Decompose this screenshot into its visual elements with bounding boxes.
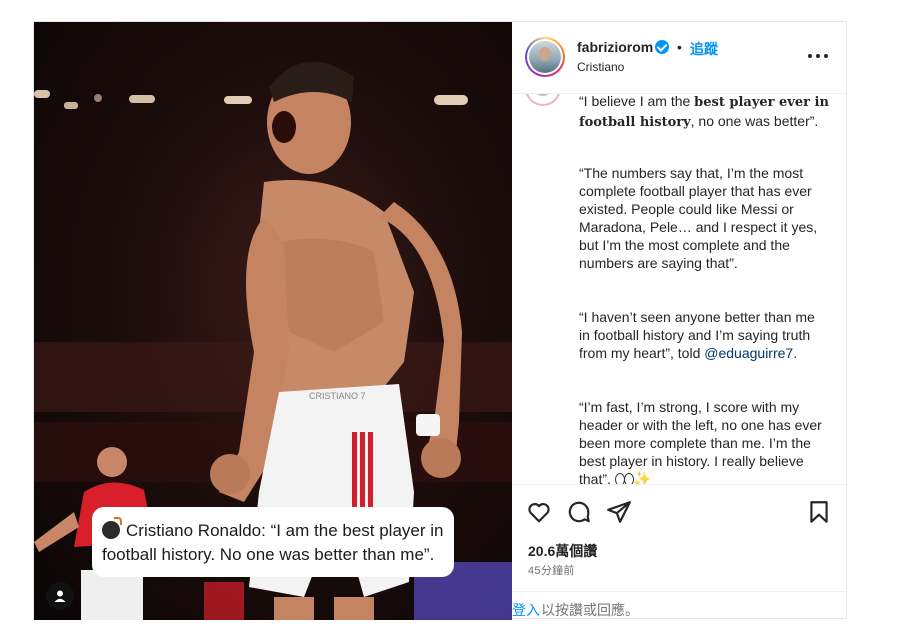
- caption-paragraph-4: “I’m fast, I’m strong, I score with my h…: [579, 398, 829, 484]
- heart-icon[interactable]: [526, 499, 552, 525]
- verified-badge-icon: [655, 40, 669, 54]
- caption-paragraph-3: “I haven’t seen anyone better than me in…: [579, 308, 829, 362]
- bomb-icon: [102, 517, 122, 539]
- post-timestamp[interactable]: 45分鐘前: [528, 562, 575, 578]
- sparkle-emoji-icon: ✨: [632, 471, 652, 484]
- mention-link[interactable]: @eduaguirre7: [704, 345, 793, 361]
- more-options-icon[interactable]: [808, 46, 828, 66]
- instagram-post: CRISTIANO 7 Cristiano Ronaldo: “I am the…: [33, 21, 847, 620]
- caption-text: “I’m fast, I’m strong, I score with my h…: [579, 399, 822, 484]
- avatar[interactable]: [525, 37, 565, 77]
- shorts-waistband-text: CRISTIANO 7: [309, 391, 366, 401]
- avatar-image: [529, 41, 561, 73]
- username-link[interactable]: fabriziorom: [577, 39, 653, 55]
- bookmark-icon[interactable]: [806, 499, 832, 525]
- user-icon: [54, 590, 66, 602]
- follow-button[interactable]: 追蹤: [690, 39, 718, 59]
- caption-paragraph-1: “I believe I am the best player ever in …: [579, 94, 829, 132]
- separator-dot: •: [677, 39, 682, 55]
- login-prompt: 登入 以按讚或回應。: [512, 591, 846, 621]
- caption-text: “I believe I am the: [579, 94, 695, 109]
- overlay-quote-text: Cristiano Ronaldo: “I am the best player…: [102, 521, 444, 564]
- post-side-panel: fabriziorom • 追蹤 Cristiano “I believe I …: [512, 22, 846, 620]
- send-icon[interactable]: [606, 499, 632, 525]
- audio-subtitle-link[interactable]: Cristiano: [577, 60, 624, 74]
- likes-count[interactable]: 20.6萬個讚: [528, 541, 597, 561]
- action-bar: 20.6萬個讚 45分鐘前 登入 以按讚或回應。: [512, 484, 846, 620]
- post-header: fabriziorom • 追蹤 Cristiano: [512, 22, 846, 94]
- comment-icon[interactable]: [566, 499, 592, 525]
- caption-paragraph-2: “The numbers say that, I’m the most comp…: [579, 165, 818, 271]
- post-image[interactable]: CRISTIANO 7 Cristiano Ronaldo: “I am the…: [34, 22, 512, 620]
- tagged-users-button[interactable]: [46, 582, 74, 610]
- caption-text: , no one was better”.: [690, 113, 819, 129]
- eyes-emoji-icon: [614, 473, 634, 484]
- caption-text: .: [793, 345, 798, 361]
- caption-area[interactable]: “I believe I am the best player ever in …: [512, 94, 846, 484]
- login-prompt-text: 以按讚或回應。: [541, 602, 639, 618]
- login-link[interactable]: 登入: [512, 600, 540, 620]
- caption-avatar[interactable]: [525, 94, 561, 106]
- overlay-quote-card: Cristiano Ronaldo: “I am the best player…: [92, 507, 454, 577]
